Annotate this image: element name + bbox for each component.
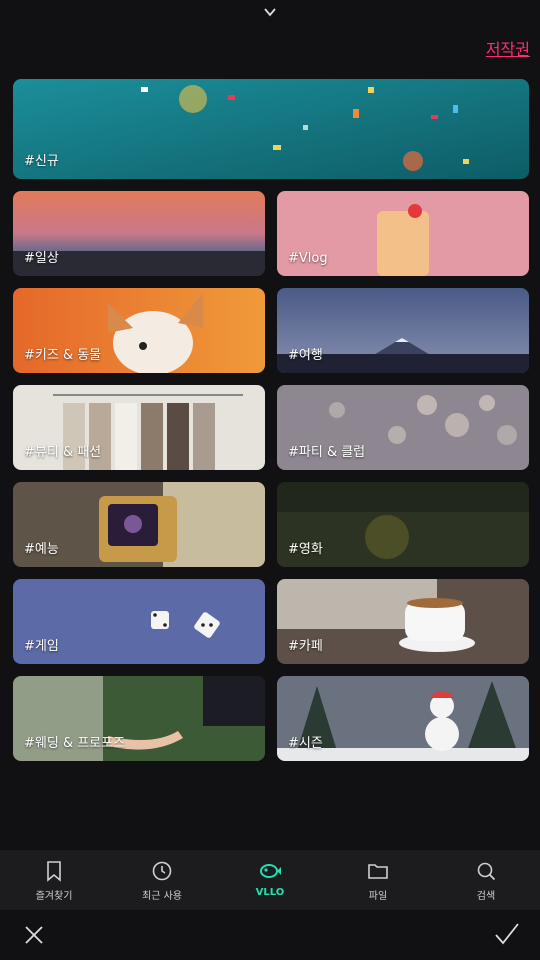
category-label: #여행 xyxy=(288,348,323,363)
category-label: #게임 xyxy=(24,639,59,654)
category-label: #Vlog xyxy=(288,251,328,266)
category-label: #웨딩 & 프로포즈 xyxy=(24,736,126,751)
close-icon[interactable] xyxy=(23,924,45,946)
bookmark-icon xyxy=(47,861,61,882)
category-tile-movie[interactable]: #영화 xyxy=(277,482,529,567)
category-label: #키즈 & 동물 xyxy=(24,348,102,363)
nav-item-vllo[interactable]: VLLO xyxy=(216,850,324,910)
category-label: #영화 xyxy=(288,542,323,557)
category-tile-vlog[interactable]: #Vlog xyxy=(277,191,529,276)
category-tile-entertainment[interactable]: #예능 xyxy=(13,482,265,567)
category-label: #뷰티 & 패션 xyxy=(24,445,102,460)
category-tile-game[interactable]: #게임 xyxy=(13,579,265,664)
nav-item-files[interactable]: 파일 xyxy=(324,850,432,910)
category-tile-cafe[interactable]: #카페 xyxy=(277,579,529,664)
search-icon xyxy=(477,862,496,881)
category-label: #신규 xyxy=(24,154,59,169)
vllo-fish-icon xyxy=(260,864,281,878)
category-tile-travel[interactable]: #여행 xyxy=(277,288,529,373)
nav-label: 파일 xyxy=(368,891,388,902)
category-label: #파티 & 클럽 xyxy=(288,445,366,460)
checkmark-icon[interactable] xyxy=(494,922,520,946)
category-label: #시즌 xyxy=(288,736,323,751)
category-label: #카페 xyxy=(288,639,323,654)
category-tile-new[interactable]: #신규 xyxy=(13,79,529,179)
category-label: #일상 xyxy=(24,251,59,266)
nav-item-favorites[interactable]: 즐겨찾기 xyxy=(0,850,108,910)
category-tile-daily[interactable]: #일상 xyxy=(13,191,265,276)
category-tile-kids-animals[interactable]: #키즈 & 동물 xyxy=(13,288,265,373)
nav-item-recent[interactable]: 최근 사용 xyxy=(108,850,216,910)
category-tile-wedding[interactable]: #웨딩 & 프로포즈 xyxy=(13,676,265,761)
confetti-image xyxy=(13,79,529,179)
history-icon xyxy=(152,861,172,881)
bottom-navigation: 즐겨찾기 최근 사용 VLLO 파일 검색 xyxy=(0,850,540,910)
action-bar xyxy=(0,910,540,960)
nav-item-search[interactable]: 검색 xyxy=(432,850,540,910)
category-label: #예능 xyxy=(24,542,59,557)
chevron-down-icon[interactable] xyxy=(262,4,278,20)
category-tile-beauty-fashion[interactable]: #뷰티 & 패션 xyxy=(13,385,265,470)
nav-label: VLLO xyxy=(255,887,285,898)
category-tile-season[interactable]: #시즌 xyxy=(277,676,529,761)
folder-icon xyxy=(368,864,388,879)
nav-label: 최근 사용 xyxy=(142,891,182,902)
nav-label: 검색 xyxy=(476,891,496,902)
copyright-link[interactable]: 저작권 xyxy=(486,36,530,60)
nav-label: 즐겨찾기 xyxy=(35,891,73,902)
category-tile-party-club[interactable]: #파티 & 클럽 xyxy=(277,385,529,470)
